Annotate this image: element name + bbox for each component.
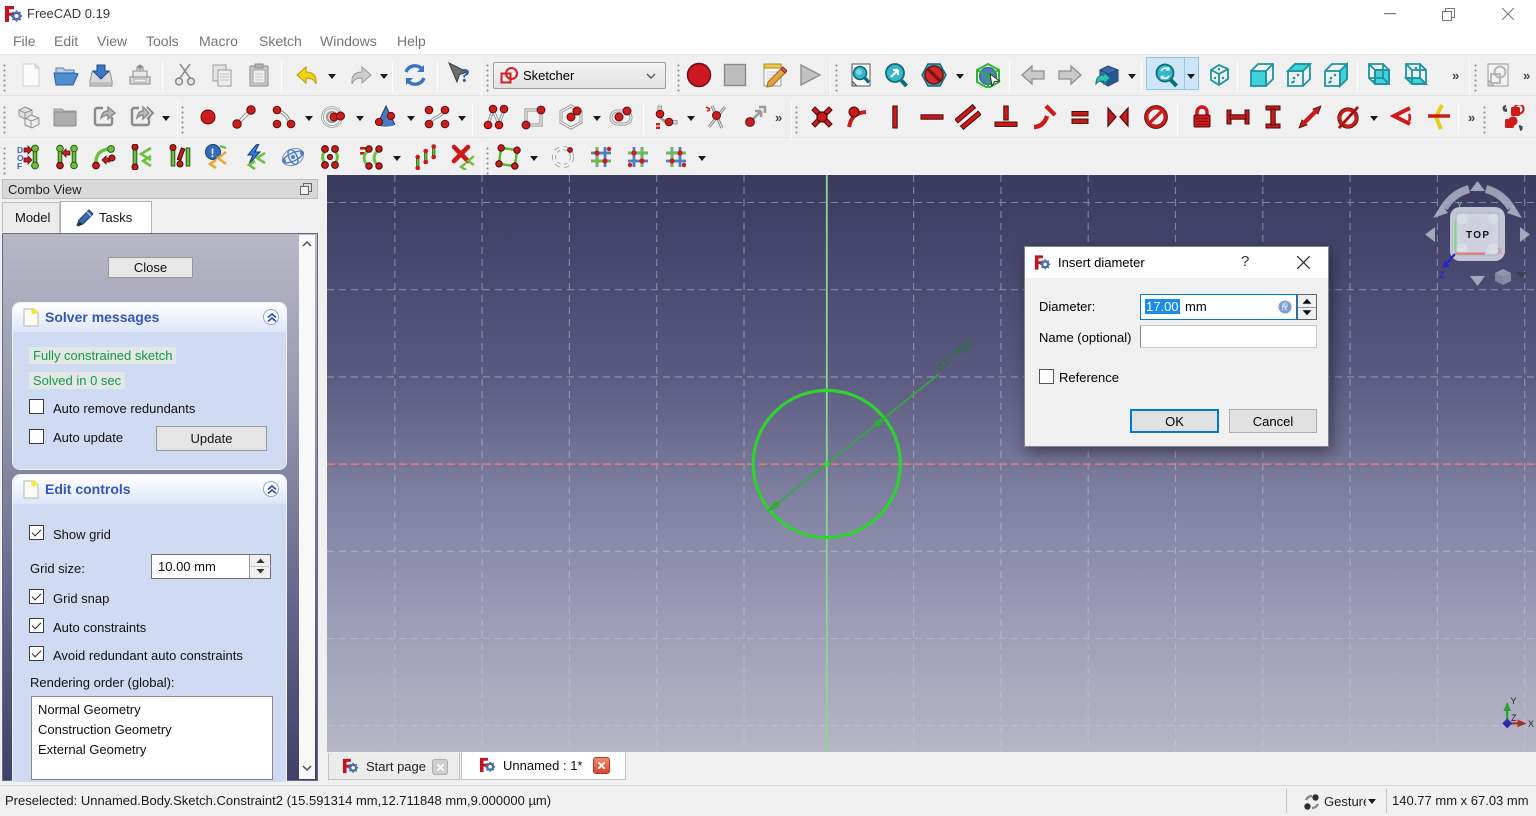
svg-text:fx: fx [1282,304,1289,313]
svg-text:X: X [1497,247,1503,256]
svg-text:Y: Y [1457,201,1463,210]
svg-text:Z: Z [1511,713,1517,723]
svg-text:!: ! [211,146,215,160]
svg-text:F: F [17,161,22,170]
svg-text:?: ? [460,65,470,87]
svg-text:ø17 mm: ø17 mm [932,336,975,374]
svg-text:Z: Z [1439,270,1445,280]
svg-text:X: X [1528,719,1534,729]
svg-text:Y: Y [1511,696,1517,706]
svg-text:TOP: TOP [1466,230,1489,241]
